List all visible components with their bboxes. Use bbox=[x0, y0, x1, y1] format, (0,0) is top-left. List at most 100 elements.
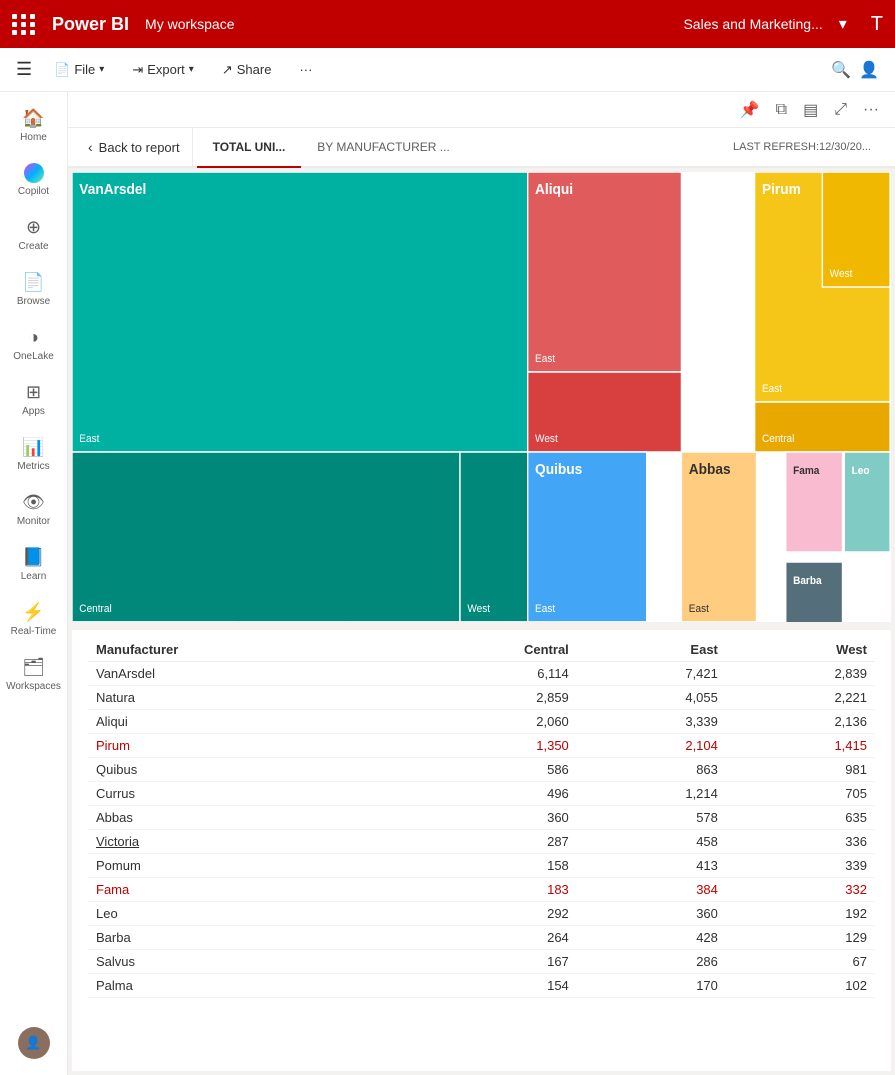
account-icon[interactable]: 👤 bbox=[859, 60, 879, 80]
svg-text:Quibus: Quibus bbox=[535, 461, 582, 478]
report-dropdown-icon[interactable]: ▾ bbox=[839, 14, 847, 34]
cell-west: 2,221 bbox=[726, 686, 875, 710]
sidebar-item-onelake[interactable]: ◑ OneLake bbox=[4, 319, 64, 370]
table-row[interactable]: Leo292360192 bbox=[88, 902, 875, 926]
col-central: Central bbox=[390, 638, 577, 662]
cell-east: 286 bbox=[577, 950, 726, 974]
file-icon: 📄 bbox=[54, 62, 70, 78]
share-button[interactable]: ↗ Share bbox=[216, 58, 278, 82]
cell-west: 1,415 bbox=[726, 734, 875, 758]
workspaces-icon: 🗂 bbox=[22, 657, 45, 678]
col-east: East bbox=[577, 638, 726, 662]
table-row[interactable]: Victoria287458336 bbox=[88, 830, 875, 854]
app-title: Power BI bbox=[52, 14, 129, 35]
more-options-icon[interactable]: ··· bbox=[859, 99, 883, 121]
svg-text:Leo: Leo bbox=[852, 465, 870, 478]
back-to-report-button[interactable]: ‹ Back to report bbox=[76, 128, 193, 166]
svg-text:Fama: Fama bbox=[793, 465, 819, 478]
cell-east: 3,339 bbox=[577, 710, 726, 734]
copy-visual-icon[interactable]: ⧉ bbox=[772, 99, 791, 121]
cell-manufacturer: Pomum bbox=[88, 854, 390, 878]
cell-west: 2,136 bbox=[726, 710, 875, 734]
filter-icon[interactable]: ▤ bbox=[799, 98, 822, 122]
sidebar-item-apps[interactable]: ⊞ Apps bbox=[4, 374, 64, 425]
table-row[interactable]: Palma154170102 bbox=[88, 974, 875, 998]
cell-central: 360 bbox=[390, 806, 577, 830]
data-table-container: Manufacturer Central East West VanArsdel… bbox=[72, 630, 891, 1071]
export-icon: ⇥ bbox=[132, 62, 143, 78]
cell-east: 863 bbox=[577, 758, 726, 782]
cell-east: 2,104 bbox=[577, 734, 726, 758]
home-icon: 🏠 bbox=[22, 108, 44, 129]
share-icon: ↗ bbox=[222, 62, 233, 78]
svg-text:East: East bbox=[762, 383, 782, 396]
sidebar-item-learn[interactable]: 📘 Learn bbox=[4, 539, 64, 590]
col-west: West bbox=[726, 638, 875, 662]
table-row[interactable]: Abbas360578635 bbox=[88, 806, 875, 830]
more-button[interactable]: ··· bbox=[293, 58, 318, 81]
main-layout: 🏠 Home Copilot ⊕ Create 📄 Browse ◑ OneLa… bbox=[0, 92, 895, 1075]
table-row[interactable]: Aliqui2,0603,3392,136 bbox=[88, 710, 875, 734]
table-row[interactable]: VanArsdel6,1147,4212,839 bbox=[88, 662, 875, 686]
cell-central: 2,060 bbox=[390, 710, 577, 734]
cell-manufacturer: Currus bbox=[88, 782, 390, 806]
search-icon[interactable]: 🔍 bbox=[831, 60, 851, 80]
cell-central: 183 bbox=[390, 878, 577, 902]
cell-west: 339 bbox=[726, 854, 875, 878]
cell-manufacturer: Salvus bbox=[88, 950, 390, 974]
onelake-icon: ◑ bbox=[28, 327, 39, 348]
cell-west: 192 bbox=[726, 902, 875, 926]
sidebar-item-home[interactable]: 🏠 Home bbox=[4, 100, 64, 151]
svg-text:East: East bbox=[689, 603, 709, 616]
cell-central: 586 bbox=[390, 758, 577, 782]
icon-toolbar: 📌 ⧉ ▤ ⤢ ··· bbox=[68, 92, 895, 128]
cell-central: 154 bbox=[390, 974, 577, 998]
avatar[interactable]: 👤 bbox=[18, 1027, 50, 1059]
sidebar-item-metrics[interactable]: 📊 Metrics bbox=[4, 429, 64, 480]
apps-grid-icon[interactable] bbox=[12, 14, 36, 35]
svg-text:Central: Central bbox=[762, 433, 794, 446]
hamburger-icon[interactable]: ☰ bbox=[16, 59, 32, 80]
cell-east: 7,421 bbox=[577, 662, 726, 686]
svg-text:West: West bbox=[467, 603, 490, 616]
table-row[interactable]: Natura2,8594,0552,221 bbox=[88, 686, 875, 710]
export-button[interactable]: ⇥ Export ▾ bbox=[126, 58, 200, 82]
treemap-container: VanArsdelEastCentralWestNaturaEastCentra… bbox=[72, 172, 891, 622]
tab-last-refresh: LAST REFRESH:12/30/20... bbox=[717, 128, 887, 168]
cell-west: 102 bbox=[726, 974, 875, 998]
cell-west: 2,839 bbox=[726, 662, 875, 686]
workspace-label[interactable]: My workspace bbox=[145, 16, 234, 32]
table-row[interactable]: Barba264428129 bbox=[88, 926, 875, 950]
table-row[interactable]: Quibus586863981 bbox=[88, 758, 875, 782]
sidebar-item-monitor[interactable]: 👁 Monitor bbox=[4, 484, 64, 535]
cell-east: 413 bbox=[577, 854, 726, 878]
cell-manufacturer: Quibus bbox=[88, 758, 390, 782]
table-row[interactable]: Pomum158413339 bbox=[88, 854, 875, 878]
table-row[interactable]: Currus4961,214705 bbox=[88, 782, 875, 806]
table-row[interactable]: Pirum1,3502,1041,415 bbox=[88, 734, 875, 758]
browse-icon: 📄 bbox=[22, 272, 44, 293]
tab-by-manufacturer[interactable]: BY MANUFACTURER ... bbox=[301, 128, 465, 168]
svg-text:Central: Central bbox=[79, 603, 111, 616]
table-row[interactable]: Salvus16728667 bbox=[88, 950, 875, 974]
sidebar-item-copilot[interactable]: Copilot bbox=[4, 155, 64, 205]
tab-total-units[interactable]: TOTAL UNI... bbox=[197, 128, 302, 168]
svg-text:East: East bbox=[79, 433, 99, 446]
table-row[interactable]: Fama183384332 bbox=[88, 878, 875, 902]
svg-text:Aliqui: Aliqui bbox=[535, 181, 573, 198]
treemap-visual[interactable]: VanArsdelEastCentralWestNaturaEastCentra… bbox=[72, 172, 891, 622]
file-button[interactable]: 📄 File ▾ bbox=[48, 58, 110, 82]
sidebar-item-realtime[interactable]: ⚡ Real-Time bbox=[4, 594, 64, 645]
cell-west: 67 bbox=[726, 950, 875, 974]
realtime-icon: ⚡ bbox=[22, 602, 44, 623]
sidebar-item-browse[interactable]: 📄 Browse bbox=[4, 264, 64, 315]
sidebar-item-create[interactable]: ⊕ Create bbox=[4, 209, 64, 260]
learn-icon: 📘 bbox=[22, 547, 44, 568]
cell-manufacturer: Leo bbox=[88, 902, 390, 926]
metrics-icon: 📊 bbox=[22, 437, 44, 458]
sidebar-item-workspaces[interactable]: 🗂 Workspaces bbox=[4, 649, 64, 700]
focus-mode-icon[interactable]: ⤢ bbox=[830, 99, 851, 121]
secondary-toolbar: ☰ 📄 File ▾ ⇥ Export ▾ ↗ Share ··· 🔍 👤 bbox=[0, 48, 895, 92]
pin-icon[interactable]: 📌 bbox=[736, 98, 764, 122]
cell-manufacturer: Victoria bbox=[88, 830, 390, 854]
